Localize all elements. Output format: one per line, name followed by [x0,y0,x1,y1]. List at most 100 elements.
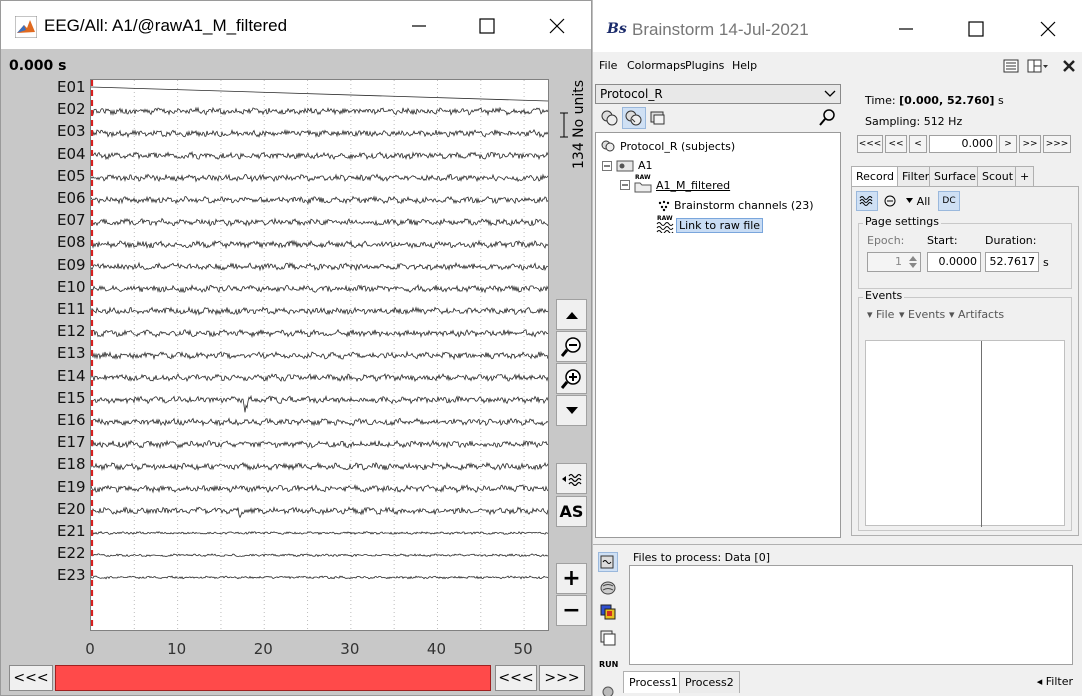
eeg-trace-e23[interactable] [91,575,548,580]
channel-label-e14[interactable]: E14 [57,367,86,385]
channel-label-e01[interactable]: E01 [57,78,86,96]
channel-label-e21[interactable]: E21 [57,522,86,540]
menu-colormaps[interactable]: Colormaps [627,59,686,72]
channel-label-e05[interactable]: E05 [57,167,86,185]
eeg-titlebar[interactable]: EEG/All: A1/@rawA1_M_filtered [1,1,591,49]
montage-button[interactable] [880,191,900,211]
tree-node-channels[interactable]: Brainstorm channels (23) [658,199,814,212]
eeg-trace-e17[interactable] [91,439,548,450]
dc-offset-button[interactable]: DC [938,191,960,211]
maximize-icon[interactable] [961,14,991,44]
process-data-icon[interactable] [598,552,618,572]
time-forward-fast-button[interactable]: >> [1019,135,1041,153]
eeg-trace-e03[interactable] [91,129,548,139]
channel-label-e02[interactable]: E02 [57,100,86,118]
channel-label-e03[interactable]: E03 [57,122,86,140]
eeg-trace-e16[interactable] [91,417,548,427]
tab-scout[interactable]: Scout [977,166,1019,186]
events-menu-events[interactable]: ▾ Events [899,308,945,321]
search-icon[interactable] [817,108,839,128]
scroll-down-button[interactable] [556,395,587,426]
process-settings-icon[interactable] [599,681,617,696]
eeg-trace-e01[interactable] [91,86,548,102]
eeg-trace-e20[interactable] [91,506,548,519]
maximize-icon[interactable] [472,11,502,41]
eeg-trace-e06[interactable] [91,195,548,205]
eeg-trace-e22[interactable] [91,553,548,558]
eeg-plot-axes[interactable] [90,79,549,631]
duration-field[interactable]: 52.7617 [985,252,1039,272]
eeg-trace-e07[interactable] [91,217,548,227]
events-menu-artifacts[interactable]: ▾ Artifacts [949,308,1004,321]
close-icon[interactable] [542,11,572,41]
list-layout-icon[interactable] [1003,58,1019,74]
tree-node-subject[interactable]: A1 [602,159,653,172]
close-tools-icon[interactable] [1061,58,1077,74]
channel-label-e08[interactable]: E08 [57,233,86,251]
run-button[interactable]: RUN [599,660,618,669]
window-layout-icon[interactable] [1027,58,1049,74]
channel-label-e09[interactable]: E09 [57,256,86,274]
events-menu-file[interactable]: ▾ File [867,308,894,321]
channel-label-e10[interactable]: E10 [57,278,86,296]
events-list-divider[interactable] [981,341,982,527]
tab-add[interactable]: + [1015,166,1035,186]
minimize-icon[interactable] [404,11,434,41]
spinner-arrows-icon[interactable] [907,254,919,270]
brainstorm-titlebar[interactable]: Bs Brainstorm 14-Jul-2021 [593,0,1082,52]
eeg-trace-e09[interactable] [91,261,548,272]
channel-label-e18[interactable]: E18 [57,455,86,473]
menu-plugins[interactable]: Plugins [685,59,724,72]
eeg-trace-e15[interactable] [91,394,548,413]
gain-increase-button[interactable]: + [556,563,587,594]
tab-record[interactable]: Record [851,166,900,186]
eeg-trace-e02[interactable] [91,106,548,117]
menu-help[interactable]: Help [732,59,757,72]
zoom-out-button[interactable] [556,331,587,362]
eeg-trace-e08[interactable] [91,239,548,250]
eeg-trace-e10[interactable] [91,283,548,294]
channel-label-e07[interactable]: E07 [57,211,86,229]
events-list[interactable] [865,340,1065,527]
eeg-trace-e19[interactable] [91,483,548,494]
tab-surface[interactable]: Surface [929,166,981,186]
time-last-button[interactable]: >>> [1043,135,1071,153]
eeg-trace-e13[interactable] [91,350,548,361]
channel-label-e15[interactable]: E15 [57,389,86,407]
channel-label-e12[interactable]: E12 [57,322,86,340]
eeg-trace-e11[interactable] [91,306,548,316]
channel-label-e23[interactable]: E23 [57,566,86,584]
tree-node-raw-link[interactable]: RAW Link to raw file [656,215,764,233]
eeg-trace-e04[interactable] [91,150,548,161]
channel-label-e06[interactable]: E06 [57,189,86,207]
channel-label-e13[interactable]: E13 [57,344,86,362]
collapse-icon[interactable] [620,180,630,190]
minimize-icon[interactable] [891,14,921,44]
eeg-traces-svg[interactable] [91,80,548,630]
time-back-fast-button[interactable]: << [885,135,907,153]
prev-page-button[interactable]: <<< [495,665,537,691]
protocol-dropdown[interactable]: Protocol_R [595,84,841,104]
eeg-trace-e12[interactable] [91,328,548,339]
process-sources-icon[interactable] [599,579,617,597]
process-filter-button[interactable]: ◂ Filter [1037,675,1073,688]
condition-view-icon[interactable] [647,108,669,128]
eeg-trace-e05[interactable] [91,173,548,183]
channel-label-e20[interactable]: E20 [57,500,86,518]
time-back-button[interactable]: < [909,135,927,153]
tab-process2[interactable]: Process2 [679,671,740,693]
close-icon[interactable] [1033,14,1063,44]
tree-node-condition[interactable]: RAW A1_M_filtered [620,174,730,193]
current-time-field[interactable]: 0.000 [929,135,997,153]
functional-view-icon[interactable] [622,107,646,129]
start-time-field[interactable]: 0.0000 [927,252,981,272]
auto-scale-button[interactable]: AS [556,496,587,527]
channel-label-e19[interactable]: E19 [57,478,86,496]
tree-node-protocol[interactable]: Protocol_R (subjects) [600,139,735,153]
montage-select[interactable]: All [904,191,932,211]
time-forward-button[interactable]: > [999,135,1017,153]
channel-label-e17[interactable]: E17 [57,433,86,451]
display-mode-button[interactable] [856,191,878,211]
time-slider[interactable] [55,665,491,691]
eeg-trace-e14[interactable] [91,373,548,383]
